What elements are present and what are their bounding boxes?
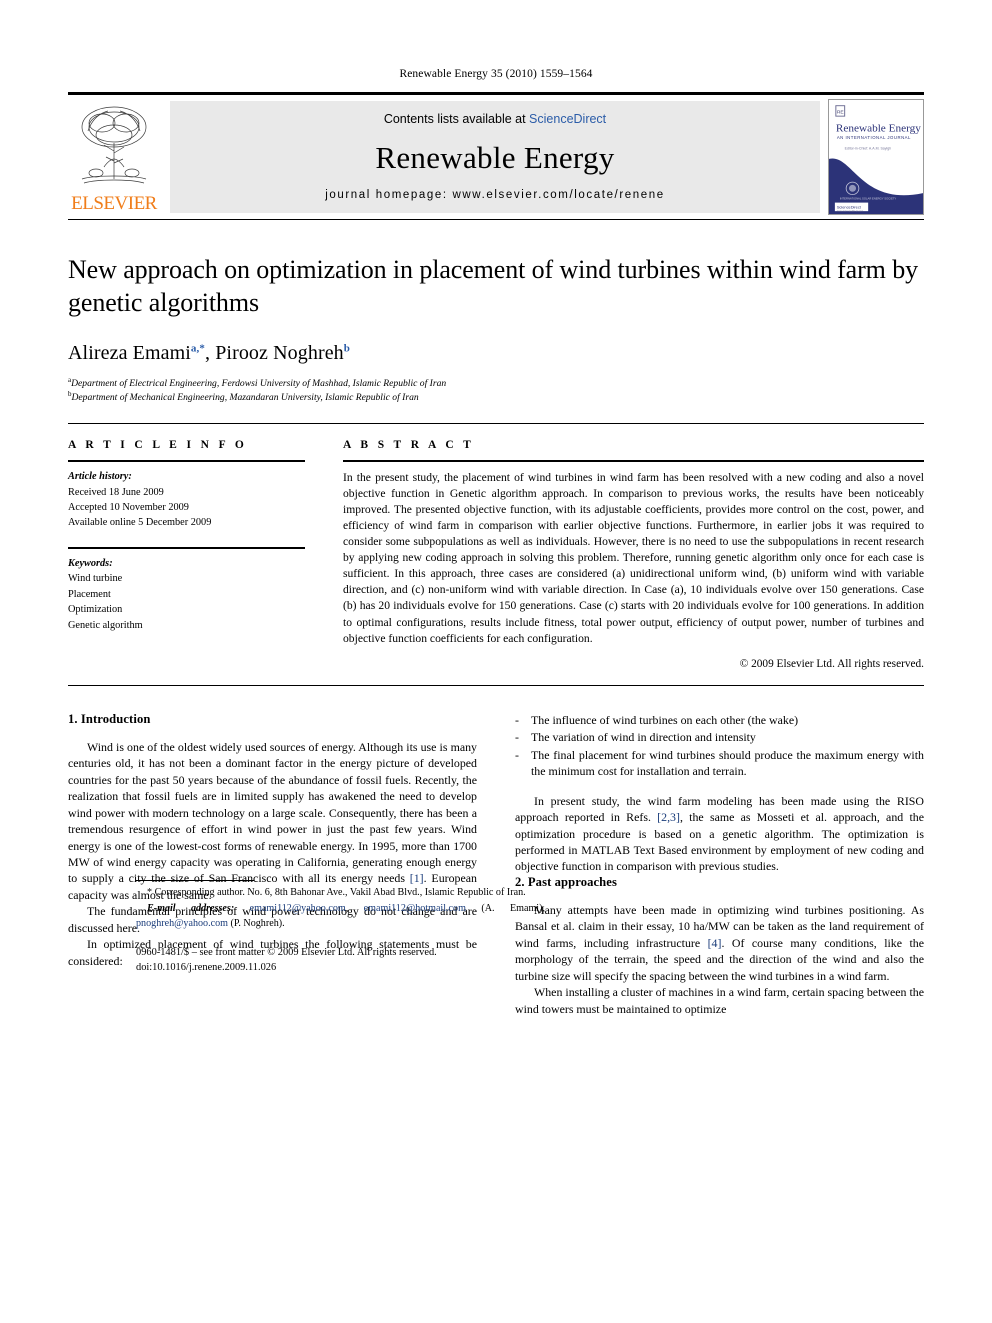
title-block: New approach on optimization in placemen… bbox=[68, 220, 924, 405]
list-dash: - bbox=[515, 730, 519, 745]
article-history-received: Received 18 June 2009 bbox=[68, 486, 164, 498]
keyword-item: Optimization bbox=[68, 604, 123, 616]
svg-text:ScienceDirect: ScienceDirect bbox=[837, 205, 862, 209]
svg-text:Editor-in-Chief: A.A.M. Sayigh: Editor-in-Chief: A.A.M. Sayigh bbox=[845, 146, 892, 150]
paper-page: Renewable Energy 35 (2010) 1559–1564 ELS… bbox=[0, 0, 992, 1323]
citation-ref-4[interactable]: [4] bbox=[708, 936, 722, 950]
affiliation-b: bDepartment of Mechanical Engineering, M… bbox=[68, 390, 924, 405]
author-list: Alireza Emamia,*, Pirooz Noghrehb bbox=[68, 342, 924, 365]
keyword-item: Placement bbox=[68, 588, 111, 600]
svg-text:AN INTERNATIONAL JOURNAL: AN INTERNATIONAL JOURNAL bbox=[837, 135, 911, 140]
intro-paragraph-4: In present study, the wind farm modeling… bbox=[515, 793, 924, 875]
body-column-left: 1. Introduction Wind is one of the oldes… bbox=[68, 711, 545, 1018]
affiliation-b-text: Department of Mechanical Engineering, Ma… bbox=[71, 392, 419, 404]
page-title: New approach on optimization in placemen… bbox=[68, 255, 918, 317]
elsevier-logo: ELSEVIER bbox=[68, 95, 160, 219]
article-history-label: Article history: bbox=[68, 471, 132, 483]
list-item-text: The influence of wind turbines on each o… bbox=[531, 712, 799, 727]
abstract-kicker: A B S T R A C T bbox=[343, 439, 475, 452]
journal-band: Contents lists available at ScienceDirec… bbox=[170, 101, 820, 213]
email-link-2[interactable]: emami112@hotmail.com bbox=[364, 903, 466, 914]
imprint-issn-line: 0960-1481/$ – see front matter © 2009 El… bbox=[136, 946, 437, 958]
list-item-text: The final placement for wind turbines sh… bbox=[531, 747, 924, 779]
email-separator: , bbox=[345, 903, 364, 915]
imprint-doi-line[interactable]: doi:10.1016/j.renene.2009.11.026 bbox=[136, 961, 545, 976]
affiliation-list: aDepartment of Electrical Engineering, F… bbox=[68, 376, 924, 406]
body-column-right: - The influence of wind turbines on each … bbox=[515, 712, 924, 1018]
article-history-online: Available online 5 December 2009 bbox=[68, 517, 212, 529]
intro-paragraph-1: Wind is one of the oldest widely used so… bbox=[68, 739, 477, 904]
imprint-block: 0960-1481/$ – see front matter © 2009 El… bbox=[136, 946, 545, 976]
elsevier-wordmark: ELSEVIER bbox=[71, 193, 157, 214]
past-paragraph-2: When installing a cluster of machines in… bbox=[515, 985, 924, 1016]
list-item: - The influence of wind turbines on each … bbox=[515, 712, 924, 728]
email-link-3[interactable]: pnoghreh@yahoo.com bbox=[136, 918, 228, 929]
email-addresses-label: E-mail addresses: bbox=[147, 903, 235, 915]
contents-prefix: Contents lists available at bbox=[383, 112, 530, 126]
section-heading-introduction: 1. Introduction bbox=[68, 711, 151, 726]
list-dash: - bbox=[515, 712, 519, 727]
author-2-affiliation-marker[interactable]: b bbox=[344, 342, 350, 354]
journal-cover-thumbnail: RE Renewable Energy AN INTERNATIONAL JOU… bbox=[828, 99, 924, 215]
journal-homepage-url[interactable]: journal homepage: www.elsevier.com/locat… bbox=[325, 189, 665, 201]
keywords-label: Keywords: bbox=[68, 557, 113, 569]
abstract-text: In the present study, the placement of w… bbox=[343, 471, 924, 645]
author-1-name: Alireza Emami bbox=[68, 341, 191, 364]
article-info-kicker: A R T I C L E I N F O bbox=[68, 439, 248, 452]
email-addresses-note: E-mail addresses: emami112@yahoo.com, em… bbox=[136, 902, 545, 931]
article-history-block: Article history: Received 18 June 2009 A… bbox=[68, 462, 305, 531]
list-item: - The variation of wind in direction and … bbox=[515, 729, 924, 745]
info-abstract-region: A R T I C L E I N F O Article history: R… bbox=[68, 424, 924, 670]
author-1-affiliation-marker[interactable]: a,* bbox=[191, 342, 205, 354]
contents-available-line: Contents lists available at ScienceDirec… bbox=[384, 112, 606, 126]
footnote-text: * Corresponding author. No. 6, 8th Bahon… bbox=[136, 886, 545, 931]
list-item: - The final placement for wind turbines s… bbox=[515, 747, 924, 780]
email-owner-2: (P. Noghreh). bbox=[228, 917, 285, 929]
keywords-block: Keywords: Wind turbine Placement Optimiz… bbox=[68, 549, 305, 633]
considerations-list: - The influence of wind turbines on each … bbox=[515, 712, 924, 780]
svg-text:Renewable Energy: Renewable Energy bbox=[836, 122, 921, 134]
article-history-accepted: Accepted 10 November 2009 bbox=[68, 501, 189, 513]
elsevier-tree-icon bbox=[81, 106, 147, 184]
keyword-item: Genetic algorithm bbox=[68, 619, 143, 631]
intro-p1-part-a: Wind is one of the oldest widely used so… bbox=[68, 739, 477, 886]
section-heading-past-approaches: 2. Past approaches bbox=[515, 874, 617, 889]
affiliation-a-text: Department of Electrical Engineering, Fe… bbox=[71, 377, 447, 389]
abstract-column: A B S T R A C T In the present study, th… bbox=[343, 439, 924, 670]
article-info-column: A R T I C L E I N F O Article history: R… bbox=[68, 439, 305, 670]
author-2-name: Pirooz Noghreh bbox=[215, 341, 344, 364]
citation-ref-2-3[interactable]: [2,3] bbox=[657, 810, 680, 824]
corresponding-author-note: * Corresponding author. No. 6, 8th Bahon… bbox=[147, 886, 526, 898]
list-item-text: The variation of wind in direction and i… bbox=[531, 730, 756, 745]
footnote-rule bbox=[136, 879, 254, 881]
affiliation-a: aDepartment of Electrical Engineering, F… bbox=[68, 376, 924, 391]
svg-text:RE: RE bbox=[837, 109, 844, 115]
journal-masthead: ELSEVIER Contents lists available at Sci… bbox=[68, 92, 924, 219]
past-paragraph-1: Many attempts have been made in optimizi… bbox=[515, 902, 924, 984]
footnote-region: * Corresponding author. No. 6, 8th Bahon… bbox=[136, 879, 545, 976]
email-link-1[interactable]: emami112@yahoo.com bbox=[250, 903, 346, 914]
running-head: Renewable Energy 35 (2010) 1559–1564 bbox=[399, 68, 593, 80]
author-separator: , bbox=[204, 341, 216, 364]
svg-text:www.sciencedirect.com: www.sciencedirect.com bbox=[837, 210, 863, 213]
abstract-copyright: © 2009 Elsevier Ltd. All rights reserved… bbox=[739, 657, 924, 670]
journal-title: Renewable Energy bbox=[375, 139, 615, 175]
sciencedirect-link[interactable]: ScienceDirect bbox=[529, 112, 606, 126]
keyword-item: Wind turbine bbox=[68, 573, 123, 585]
cover-artwork: RE Renewable Energy AN INTERNATIONAL JOU… bbox=[829, 100, 923, 214]
body-columns: 1. Introduction Wind is one of the oldes… bbox=[68, 686, 924, 1018]
svg-text:INTERNATIONAL SOLAR ENERGY SOC: INTERNATIONAL SOLAR ENERGY SOCIETY bbox=[840, 197, 897, 201]
list-dash: - bbox=[515, 747, 519, 762]
